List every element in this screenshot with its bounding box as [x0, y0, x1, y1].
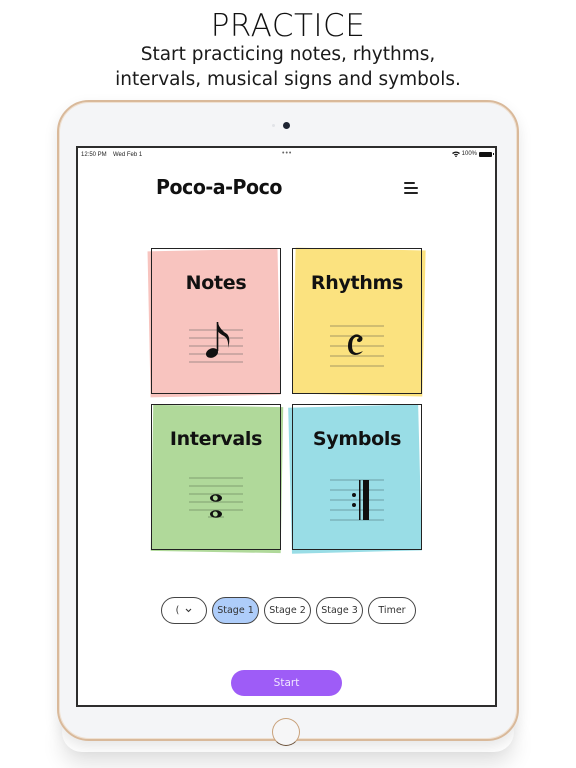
repeat-sign-icon [330, 479, 384, 521]
card-label: Notes [185, 272, 247, 294]
front-sensor [272, 124, 275, 127]
promo-headline: PRACTICE [210, 8, 366, 44]
start-button[interactable]: Start [231, 670, 342, 696]
eighth-note-icon [189, 322, 243, 363]
common-time-icon [330, 325, 384, 367]
options-row: ( Stage 1 Stage 2 Stage 3 Timer [161, 597, 416, 624]
whole-notes-interval-icon [189, 477, 243, 518]
timer-button[interactable]: Timer [368, 597, 416, 624]
app-screen: 12:50 PM Wed Feb 1 ••• 100% Poco-a-Poco … [76, 146, 497, 707]
chevron-down-icon [185, 608, 192, 613]
card-notes[interactable]: Notes [147, 248, 281, 398]
stage-2-button[interactable]: Stage 2 [264, 597, 311, 624]
stage-3-button[interactable]: Stage 3 [316, 597, 363, 624]
promo-subline: Start practicing notes, rhythms, [140, 44, 436, 65]
front-camera-icon [283, 122, 290, 129]
home-button[interactable] [272, 718, 300, 746]
status-bar: 12:50 PM Wed Feb 1 ••• 100% [78, 148, 495, 162]
multitasking-dots[interactable]: ••• [282, 150, 292, 157]
card-label: Intervals [169, 428, 263, 450]
battery-icon [479, 151, 494, 157]
card-label: Rhythms [310, 272, 404, 294]
card-rhythms[interactable]: Rhythms [292, 247, 426, 397]
promo-subline: intervals, musical signs and symbols. [115, 69, 461, 90]
key-selector-value: ( [175, 605, 180, 616]
battery-percent: 100% [461, 151, 477, 157]
card-label: Symbols [312, 428, 402, 450]
key-selector-dropdown[interactable]: ( [161, 597, 207, 624]
status-date: Wed Feb 1 [113, 152, 143, 158]
card-intervals[interactable]: Intervals [150, 404, 284, 554]
status-time: 12:50 PM [81, 152, 107, 158]
app-logo: Poco-a-Poco [156, 175, 282, 199]
card-symbols[interactable]: Symbols [288, 404, 422, 554]
stage-1-button[interactable]: Stage 1 [212, 597, 259, 624]
wifi-icon [451, 151, 460, 157]
hamburger-menu-icon[interactable] [404, 182, 422, 196]
